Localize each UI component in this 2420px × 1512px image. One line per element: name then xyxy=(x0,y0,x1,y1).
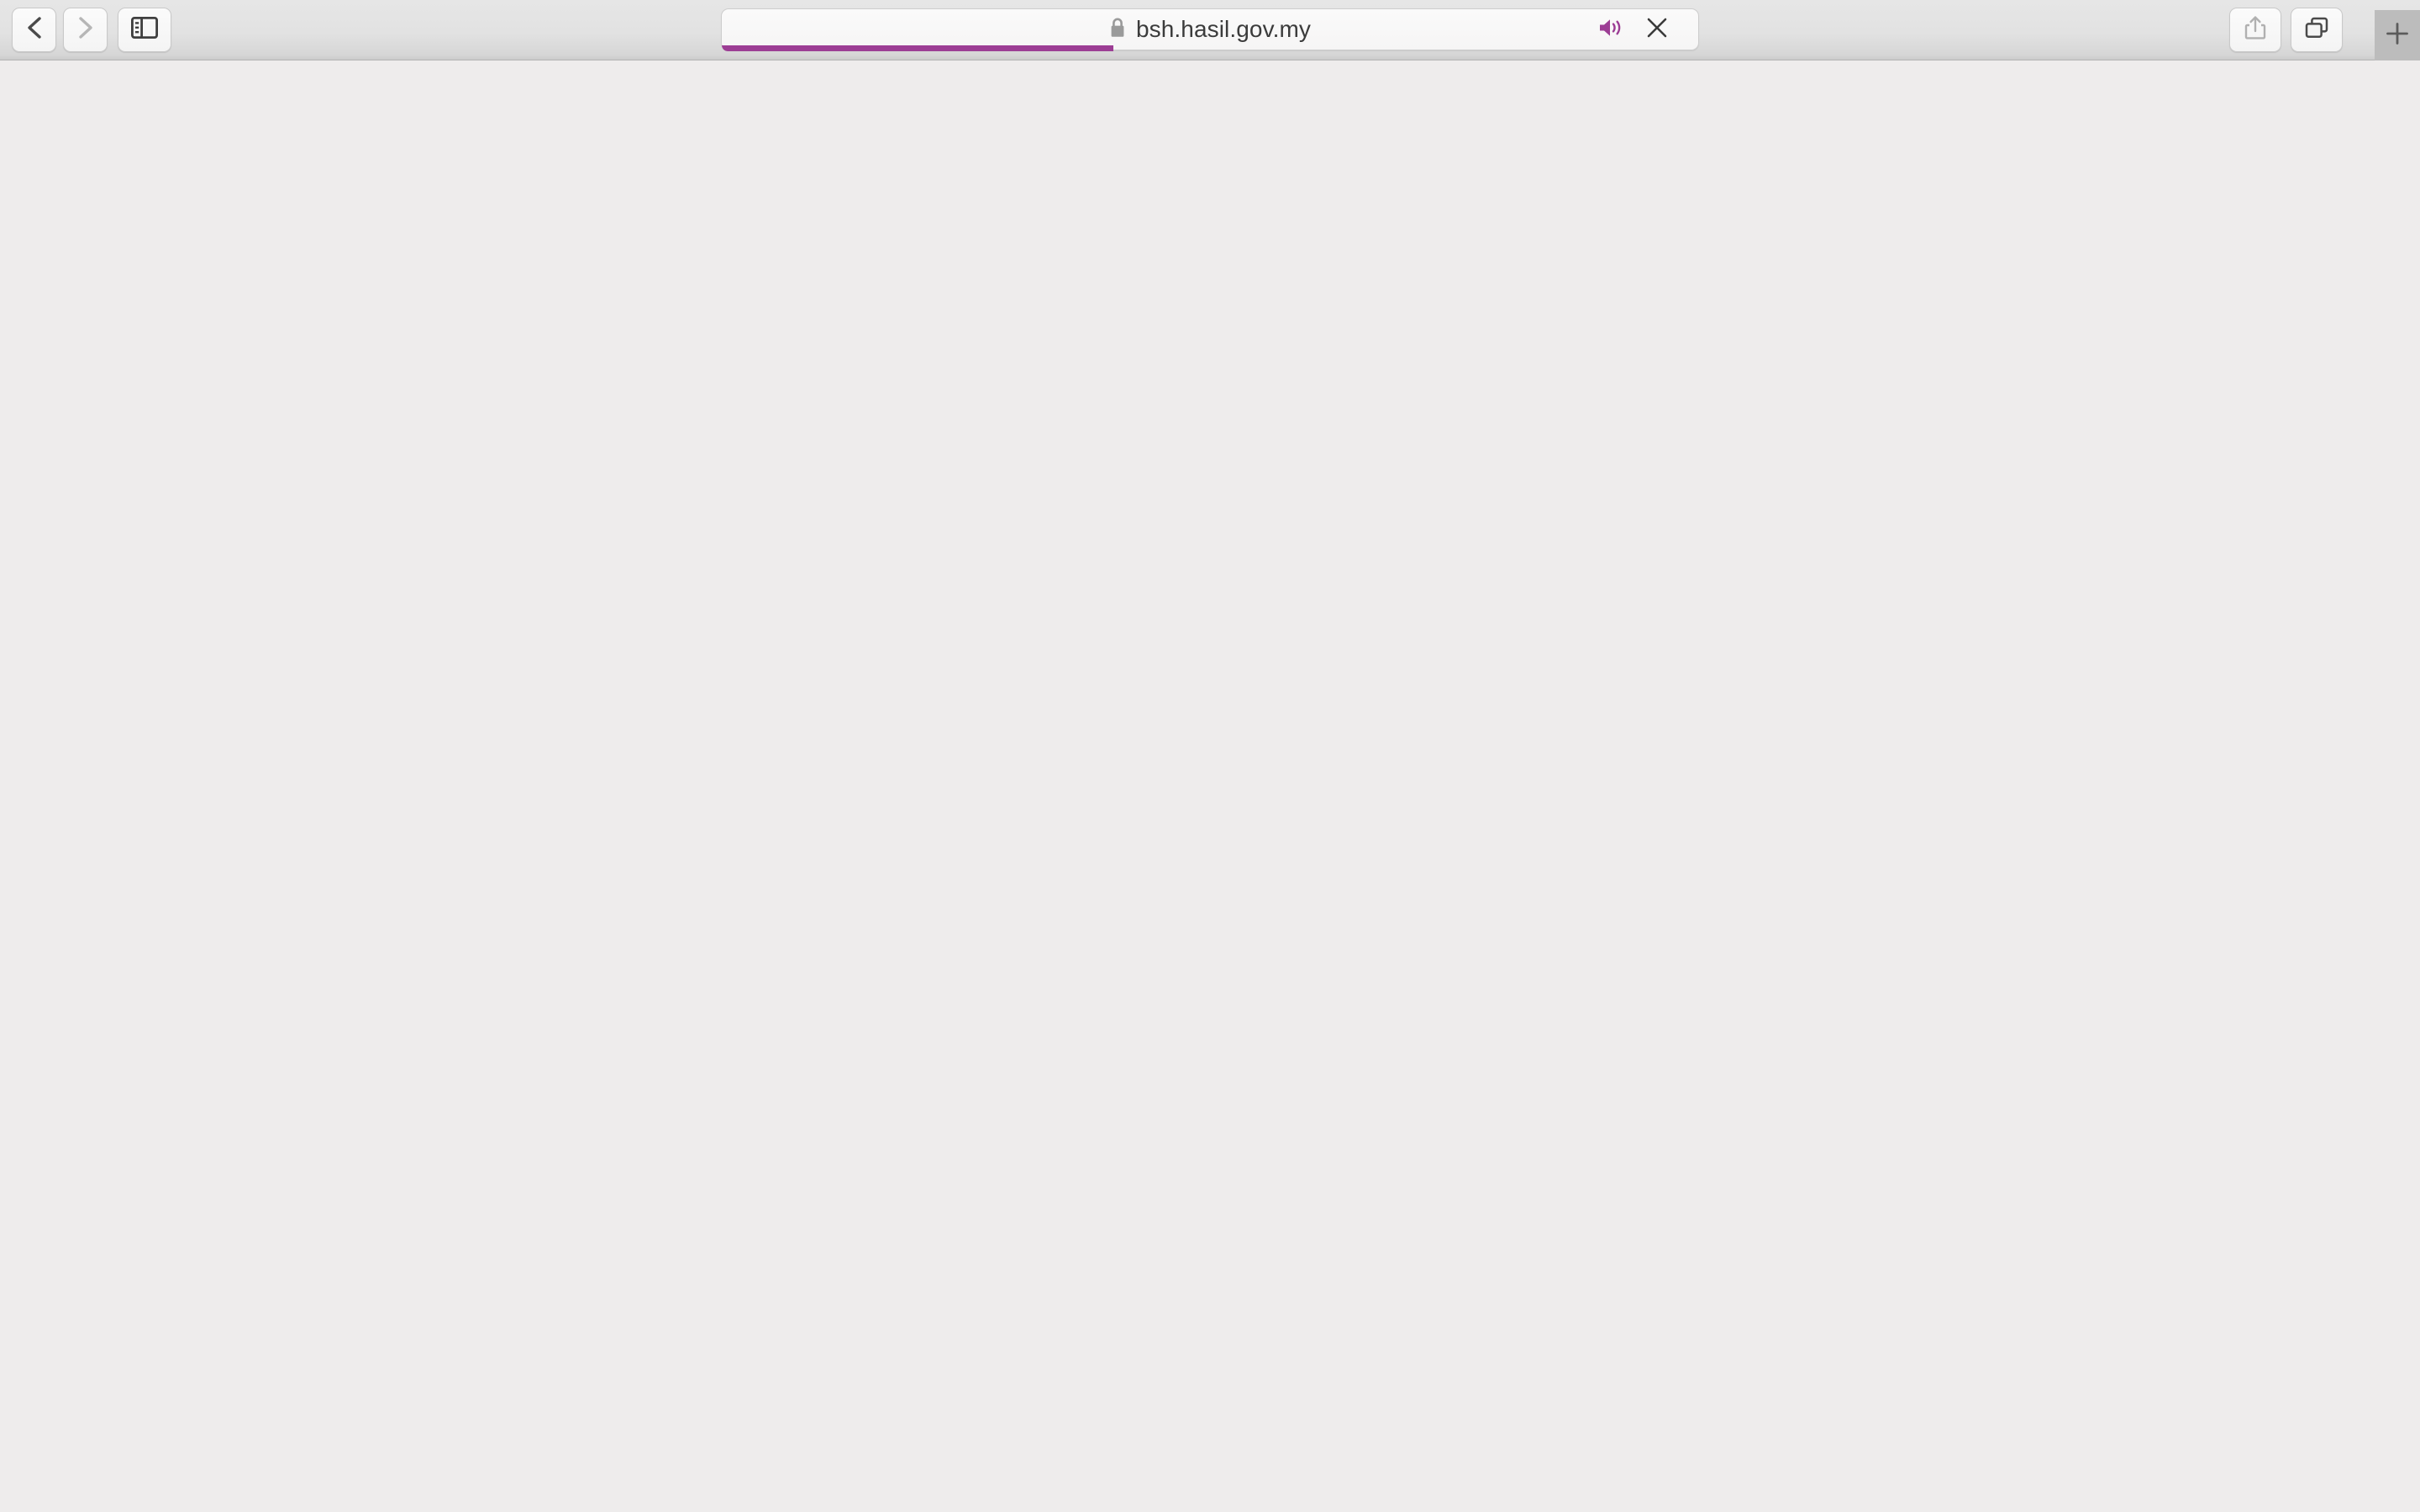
tab-overview-icon xyxy=(2304,16,2329,44)
chevron-left-icon xyxy=(25,15,44,45)
close-x-icon xyxy=(1646,17,1668,43)
forward-button[interactable] xyxy=(63,8,108,52)
audio-playing-button[interactable] xyxy=(1596,15,1628,44)
page-load-progress-fill xyxy=(722,45,1113,51)
address-bar[interactable]: bsh.hasil.gov.my xyxy=(721,8,1700,51)
sidebar-icon xyxy=(130,16,159,43)
page-load-progress-bar xyxy=(722,45,1700,51)
new-tab-button[interactable] xyxy=(2375,10,2420,60)
url-text: bsh.hasil.gov.my xyxy=(1135,16,1312,42)
lock-icon xyxy=(1109,17,1126,43)
browser-window: bsh.hasil.gov.my xyxy=(0,0,2420,1512)
browser-toolbar: bsh.hasil.gov.my xyxy=(0,0,2420,60)
speaker-wave-icon xyxy=(1597,17,1626,43)
sidebar-toggle-button[interactable] xyxy=(118,8,171,52)
tab-overview-button[interactable] xyxy=(2291,8,2343,52)
chevron-right-icon xyxy=(76,15,95,45)
url-display: bsh.hasil.gov.my xyxy=(1109,16,1311,43)
share-button[interactable] xyxy=(2229,8,2281,52)
share-icon xyxy=(2244,15,2266,45)
back-button[interactable] xyxy=(12,8,56,52)
plus-icon xyxy=(2385,21,2410,50)
page-content-area xyxy=(0,61,2420,1512)
stop-loading-button[interactable] xyxy=(1643,15,1671,44)
